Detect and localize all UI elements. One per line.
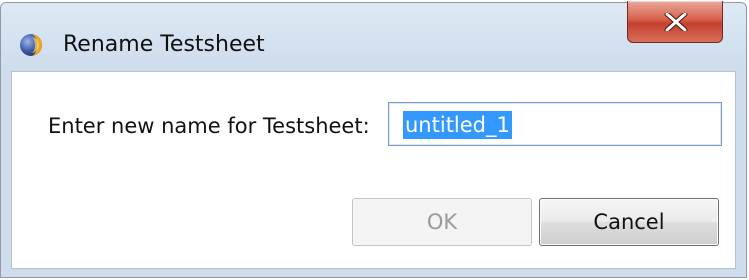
close-button[interactable] — [627, 1, 723, 43]
dialog-title: Rename Testsheet — [63, 32, 265, 57]
ok-button[interactable]: OK — [352, 198, 532, 246]
cancel-button[interactable]: Cancel — [539, 198, 719, 246]
eclipse-sphere-icon — [19, 33, 43, 57]
close-x-icon — [664, 13, 688, 31]
rename-dialog-window: Rename Testsheet Enter new name for Test… — [0, 1, 747, 278]
testsheet-name-input[interactable]: untitled_1 — [388, 102, 722, 146]
title-bar[interactable]: Rename Testsheet — [1, 1, 746, 71]
selected-name-text[interactable]: untitled_1 — [403, 111, 512, 139]
new-name-label: Enter new name for Testsheet: — [48, 114, 370, 138]
dialog-body: Enter new name for Testsheet: untitled_1… — [11, 71, 736, 269]
